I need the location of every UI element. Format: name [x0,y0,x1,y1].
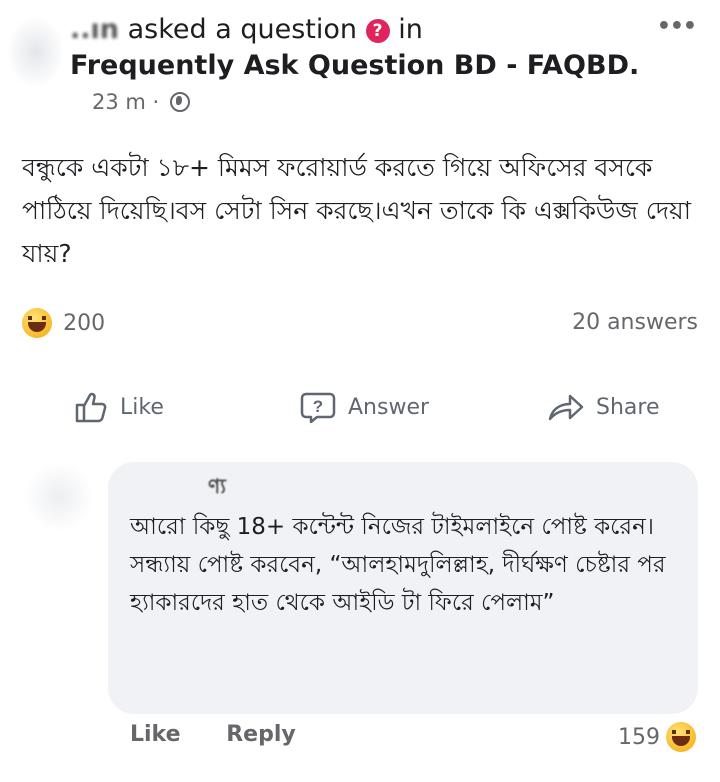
post-actions: Like ? Answer Share [0,384,720,430]
more-options-button[interactable]: ••• [657,14,697,39]
author-line: ..ın asked a question ? in [70,14,423,45]
like-label: Like [120,394,164,420]
globe-icon [169,92,190,112]
comment-like-button[interactable]: Like [130,722,181,747]
comment-reaction-count: 159 [618,724,660,750]
author-avatar[interactable] [8,18,63,86]
question-badge-icon: ? [365,19,390,43]
author-action: asked a question [127,14,357,45]
answer-icon: ? [300,392,336,423]
share-icon [548,394,584,421]
commenter-avatar[interactable] [24,462,94,532]
thumbs-up-icon [75,392,107,423]
next-comment-preview [110,768,390,782]
comment-text: আরো কিছু 18+ কন্টেন্ট নিজের টাইমলাইনে পো… [130,514,666,616]
post-time: 23 m · [92,90,190,114]
like-button[interactable]: Like [74,384,164,430]
question-text: বন্ধুকে একটা ১৮+ মিমস ফরোয়ার্ড করতে গিয… [22,153,691,268]
answer-label: Answer [348,394,430,420]
comment-reactions[interactable]: 159 [618,722,696,752]
post-header: ..ın asked a question ? in Frequently As… [0,0,720,130]
reaction-count[interactable]: 200 [63,311,105,336]
commenter-name[interactable]: ণ্য [208,472,226,505]
comment-bubble: ণ্য আরো কিছু 18+ কন্টেন্ট নিজের টাইমলাইন… [108,462,698,714]
post-stats: 200 20 answers [22,308,698,342]
comment-actions: Like Reply [130,722,334,747]
share-label: Share [596,394,660,420]
author-name[interactable]: ..ın [70,14,119,45]
svg-text:?: ? [313,397,323,416]
time-label[interactable]: 23 m [92,90,146,114]
share-button[interactable]: Share [548,384,660,430]
haha-reaction-icon [666,722,696,752]
comment-reply-button[interactable]: Reply [226,722,296,747]
group-name[interactable]: Frequently Ask Question BD - FAQBD. [70,50,639,81]
answer-button[interactable]: ? Answer [300,384,429,430]
haha-reaction-icon[interactable] [22,308,52,338]
answers-count[interactable]: 20 answers [572,310,698,335]
in-label: in [398,14,423,45]
